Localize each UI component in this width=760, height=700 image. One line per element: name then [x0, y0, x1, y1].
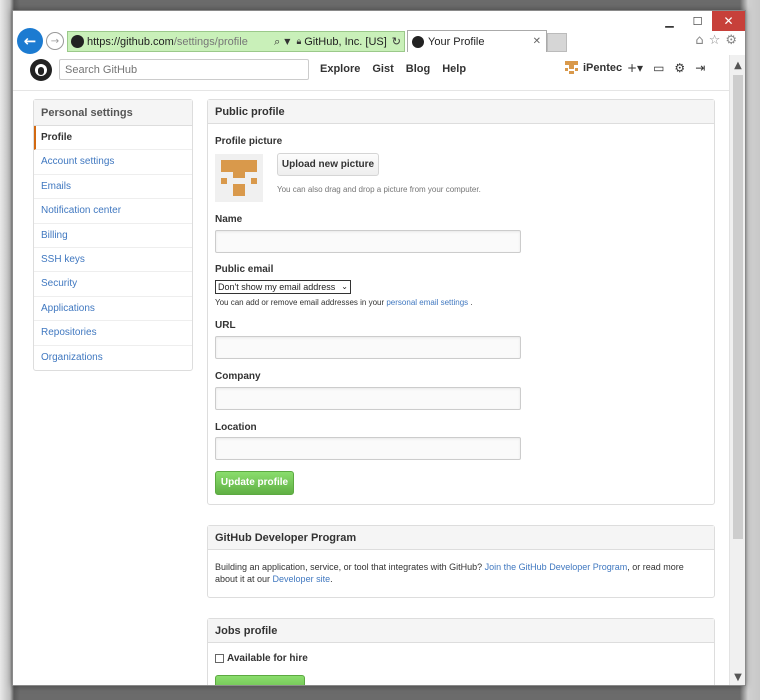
- github-header: Explore Gist Blog Help iPentec +▾ ▭ ⚙ ⇥: [13, 55, 729, 91]
- location-field[interactable]: [215, 437, 521, 460]
- save-jobs-profile-button[interactable]: [215, 675, 305, 685]
- tab-close-icon[interactable]: ✕: [533, 36, 541, 47]
- back-arrow-icon[interactable]: ←: [17, 28, 43, 54]
- developer-site-link[interactable]: Developer site: [273, 574, 331, 584]
- nav-help[interactable]: Help: [442, 63, 466, 75]
- user-menu[interactable]: iPentec: [565, 61, 622, 74]
- personal-email-settings-link[interactable]: personal email settings: [386, 298, 468, 307]
- name-field[interactable]: [215, 230, 521, 253]
- sidebar-item-emails[interactable]: Emails: [34, 175, 192, 200]
- sidebar-item-account-settings[interactable]: Account settings: [34, 150, 192, 175]
- profile-picture-label: Profile picture: [215, 136, 283, 147]
- url-label: URL: [215, 320, 236, 331]
- address-bar[interactable]: https://github.com/settings/profile ⌕ ▼ …: [67, 31, 405, 52]
- join-developer-program-link[interactable]: Join the GitHub Developer Program: [485, 562, 628, 572]
- github-favicon-icon: [412, 35, 424, 48]
- public-profile-panel: Public profile Profile picture Upload ne…: [207, 99, 715, 505]
- update-profile-button[interactable]: Update profile: [215, 471, 294, 495]
- sidebar-item-ssh-keys[interactable]: SSH keys: [34, 248, 192, 273]
- github-favicon-icon: [71, 35, 84, 48]
- refresh-icon[interactable]: ↻: [392, 35, 401, 48]
- profile-picture: [215, 154, 263, 202]
- page-content: Personal settings Profile Account settin…: [13, 92, 729, 685]
- browser-tools: ⌂ ☆ ⚙: [695, 33, 737, 48]
- settings-sidebar: Personal settings Profile Account settin…: [33, 99, 193, 371]
- chevron-down-icon[interactable]: ▼: [730, 669, 745, 685]
- sidebar-item-profile[interactable]: Profile: [34, 126, 192, 151]
- chevron-down-icon[interactable]: ▼: [284, 37, 290, 46]
- gear-icon[interactable]: ⚙: [725, 33, 737, 48]
- search-input[interactable]: [59, 59, 309, 80]
- sidebar-title: Personal settings: [34, 100, 192, 126]
- developer-program-text: Building an application, service, or too…: [215, 562, 684, 584]
- upload-picture-button[interactable]: Upload new picture: [277, 153, 379, 176]
- nav-explore[interactable]: Explore: [320, 63, 360, 75]
- sidebar-item-security[interactable]: Security: [34, 272, 192, 297]
- scrollbar-thumb[interactable]: [733, 75, 743, 539]
- sidebar-item-applications[interactable]: Applications: [34, 297, 192, 322]
- sidebar-item-repositories[interactable]: Repositories: [34, 321, 192, 346]
- forward-arrow-icon[interactable]: →: [46, 32, 64, 50]
- nav-gist[interactable]: Gist: [372, 63, 393, 75]
- nav-blog[interactable]: Blog: [406, 63, 430, 75]
- new-tab-button[interactable]: [547, 33, 567, 52]
- company-label: Company: [215, 371, 261, 382]
- inbox-icon[interactable]: ▭: [653, 61, 664, 75]
- browser-tab[interactable]: Your Profile ✕: [407, 30, 547, 52]
- jobs-profile-panel: Jobs profile Available for hire: [207, 618, 715, 685]
- developer-program-title: GitHub Developer Program: [208, 526, 714, 550]
- header-nav: Explore Gist Blog Help: [320, 63, 466, 75]
- sidebar-item-notification-center[interactable]: Notification center: [34, 199, 192, 224]
- available-for-hire-label[interactable]: Available for hire: [227, 653, 308, 664]
- address-url: https://github.com/settings/profile: [87, 35, 248, 48]
- sidebar-item-organizations[interactable]: Organizations: [34, 346, 192, 370]
- star-icon[interactable]: ☆: [709, 33, 721, 48]
- browser-window: ▁ ☐ ✕ ← → https://github.com/settings/pr…: [12, 10, 746, 686]
- upload-hint: You can also drag and drop a picture fro…: [277, 185, 481, 194]
- public-profile-title: Public profile: [208, 100, 714, 124]
- name-label: Name: [215, 214, 243, 225]
- public-email-selected: Don't show my email address: [218, 282, 336, 292]
- company-field[interactable]: [215, 387, 521, 410]
- certificate-label[interactable]: GitHub, Inc. [US]: [304, 36, 387, 48]
- gear-icon[interactable]: ⚙: [674, 61, 685, 75]
- url-field[interactable]: [215, 336, 521, 359]
- plus-dropdown-icon[interactable]: +▾: [627, 61, 643, 75]
- developer-program-panel: GitHub Developer Program Building an app…: [207, 525, 715, 598]
- vertical-scrollbar[interactable]: ▲ ▼: [729, 55, 745, 685]
- tab-title: Your Profile: [428, 35, 485, 48]
- chevron-down-icon: ⌄: [341, 282, 348, 291]
- location-label: Location: [215, 422, 257, 433]
- sidebar-item-billing[interactable]: Billing: [34, 224, 192, 248]
- email-hint: You can add or remove email addresses in…: [215, 298, 473, 307]
- public-email-select[interactable]: Don't show my email address ⌄: [215, 280, 351, 294]
- github-logo-icon[interactable]: [30, 59, 52, 81]
- search-icon[interactable]: ⌕: [274, 35, 280, 49]
- chevron-up-icon[interactable]: ▲: [730, 57, 745, 73]
- public-email-label: Public email: [215, 264, 274, 275]
- sign-out-icon[interactable]: ⇥: [695, 61, 705, 75]
- header-icons: +▾ ▭ ⚙ ⇥: [627, 61, 705, 75]
- avatar: [565, 61, 578, 74]
- lock-icon[interactable]: 🔒︎: [296, 37, 301, 47]
- jobs-profile-title: Jobs profile: [208, 619, 714, 643]
- username: iPentec: [583, 61, 623, 74]
- home-icon[interactable]: ⌂: [695, 33, 703, 48]
- browser-nav-bar: ← → https://github.com/settings/profile …: [13, 27, 745, 55]
- available-for-hire-checkbox[interactable]: [215, 654, 224, 663]
